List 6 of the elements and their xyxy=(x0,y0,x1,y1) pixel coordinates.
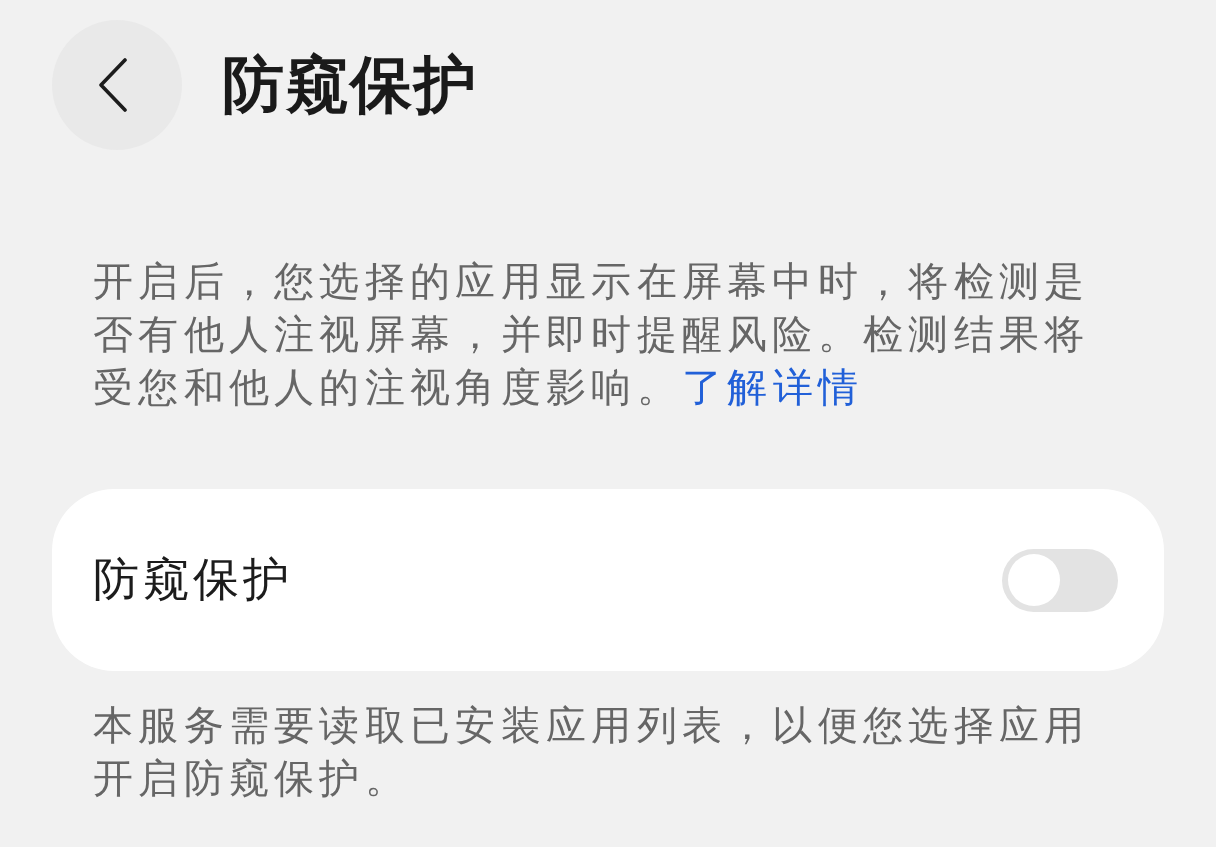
chevron-left-icon xyxy=(99,58,127,112)
description-text: 开启后，您选择的应用显示在屏幕中时，将检测是否有他人注视屏幕，并即时提醒风险。检测结果将受您和他人的注视角度影响。了解详情 xyxy=(93,257,1091,412)
page-title: 防窥保护 xyxy=(222,47,478,123)
learn-more-link[interactable]: 了解详情 xyxy=(681,364,864,410)
footnote-text: 本服务需要读取已安装应用列表，以便您选择应用开启防窥保护。 xyxy=(93,701,1091,803)
setting-label: 防窥保护 xyxy=(93,551,293,608)
